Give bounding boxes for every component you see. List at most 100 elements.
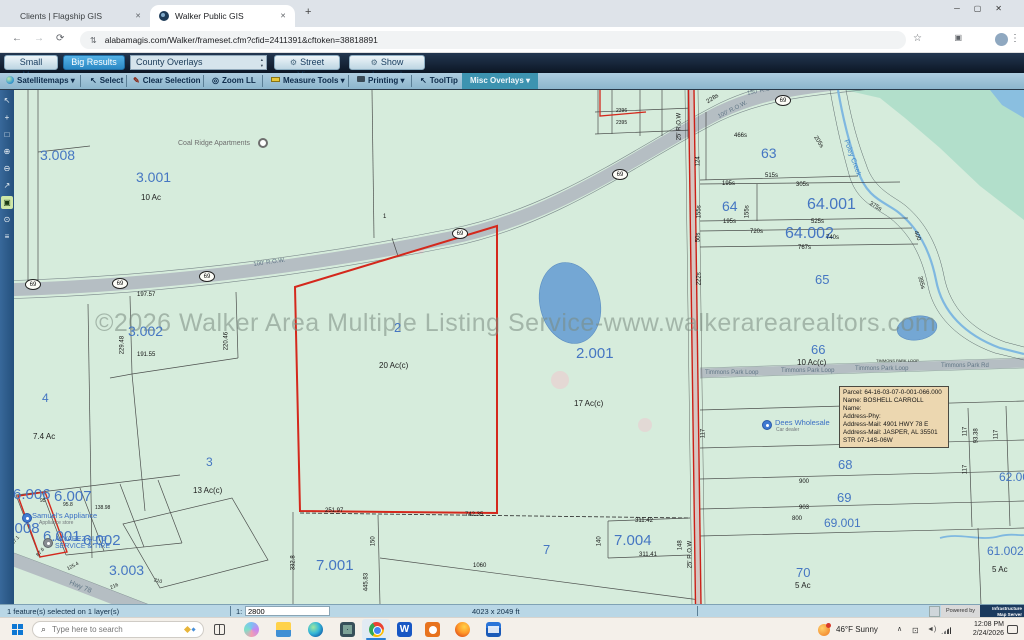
scale-input[interactable]: [245, 606, 330, 616]
maximize-icon[interactable]: ▢: [974, 4, 996, 13]
search-placeholder: Type here to search: [52, 625, 185, 634]
edge-app-icon[interactable]: [308, 622, 323, 637]
forward-icon[interactable]: →: [34, 33, 44, 44]
county-overlays-select[interactable]: County Overlays▴▾: [130, 55, 267, 70]
route-69-badge: 69: [25, 279, 41, 290]
map-label: 138.98: [95, 506, 110, 511]
notification-icon[interactable]: [1007, 625, 1018, 634]
store-app-icon[interactable]: [340, 622, 355, 637]
globe-icon: [6, 76, 14, 84]
tab-close-icon[interactable]: ✕: [280, 12, 286, 20]
printing-label: Printing ▾: [368, 76, 404, 85]
divider: [697, 606, 698, 616]
map-label: 17 Ac(c): [574, 400, 603, 408]
taskbar-search[interactable]: ⌕ Type here to search: [32, 621, 204, 638]
bookmark-star-icon[interactable]: ☆: [913, 33, 922, 44]
side-panel-icon[interactable]: ▣: [954, 33, 962, 42]
outlook-app-icon[interactable]: [486, 622, 501, 637]
profile-avatar[interactable]: [995, 33, 1008, 46]
map-label: 117: [701, 429, 707, 439]
copilot-spark-icon: [191, 627, 195, 631]
select-tool-button[interactable]: ↖Select: [90, 73, 123, 89]
address-bar[interactable]: ⇅ alabamagis.com/Walker/frameset.cfm?cfi…: [80, 31, 906, 49]
zoom-in-tool[interactable]: ⊕: [1, 145, 13, 158]
pencil-icon: ✎: [133, 73, 140, 89]
map-label: 95: [40, 499, 46, 504]
map-label: Timmons Park Loop: [781, 368, 834, 374]
magnifier-tool[interactable]: ⊙: [1, 213, 13, 226]
pan-arrow-tool[interactable]: ↗: [1, 179, 13, 192]
weather-icon[interactable]: [818, 624, 830, 636]
apartments-marker-icon: [258, 138, 268, 148]
word-app-icon[interactable]: W: [397, 622, 412, 637]
task-view-button[interactable]: [214, 624, 225, 635]
pointer-tool[interactable]: ↖: [1, 94, 13, 107]
map-label: Coal Ridge Apartments: [178, 140, 250, 147]
cast-icon[interactable]: ⊡: [912, 626, 919, 635]
copilot-app-icon[interactable]: [244, 622, 259, 637]
map-label: 117: [994, 430, 1000, 440]
pan-tool[interactable]: +: [1, 111, 13, 124]
back-icon[interactable]: ←: [12, 33, 22, 44]
map-label: 61.002: [987, 545, 1024, 558]
taskbar-clock[interactable]: 12:08 PM2/24/2026: [958, 621, 1004, 638]
close-window-icon[interactable]: ✕: [995, 4, 1016, 13]
divider: [203, 75, 204, 87]
map-label: 93.38: [974, 428, 980, 443]
media-app-icon[interactable]: [425, 622, 440, 637]
zoom-ll-label: Zoom LL: [222, 76, 256, 85]
start-button[interactable]: [12, 624, 23, 635]
window-controls[interactable]: ─▢✕: [954, 4, 1016, 13]
copilot-spark-icon: [184, 626, 191, 633]
layers-tool[interactable]: ≡: [1, 230, 13, 243]
selection-status: 1 feature(s) selected on 1 layer(s): [7, 607, 119, 616]
street-view-button[interactable]: ⚙Street View: [274, 55, 340, 70]
map-label: 50s: [696, 233, 702, 243]
satellitemaps-menu[interactable]: Satellitemaps ▾: [6, 73, 75, 89]
site-info-icon[interactable]: ⇅: [90, 36, 97, 45]
browser-tab-strip: Clients | Flagship GIS ✕ Walker Public G…: [0, 0, 1024, 27]
map-label: 3.008: [40, 148, 75, 163]
measure-tools-menu[interactable]: Measure Tools ▾: [271, 73, 345, 89]
zoom-out-tool[interactable]: ⊖: [1, 162, 13, 175]
map-label: 13 Ac(c): [193, 487, 222, 495]
url-text[interactable]: alabamagis.com/Walker/frameset.cfm?cfid=…: [105, 35, 378, 45]
new-tab-button[interactable]: +: [305, 6, 311, 18]
map-label: 720s: [750, 229, 763, 235]
identify-tool[interactable]: ▣: [1, 196, 13, 209]
weather-text[interactable]: 46°F Sunny: [836, 625, 878, 634]
clear-selection-button[interactable]: ✎Clear Selection: [133, 73, 201, 89]
chrome-app-icon[interactable]: [369, 622, 384, 637]
misc-overlays-menu[interactable]: Misc Overlays ▾: [462, 73, 538, 89]
tab-clients-flagship-gis[interactable]: Clients | Flagship GIS ✕: [10, 5, 150, 27]
printing-menu[interactable]: Printing ▾: [357, 73, 404, 89]
map-label: 117: [963, 427, 969, 437]
tray-expand-icon[interactable]: ∧: [897, 625, 902, 633]
tab-walker-public-gis[interactable]: Walker Public GIS ✕: [150, 5, 295, 27]
volume-icon[interactable]: ◄): [927, 626, 936, 633]
tab-close-icon[interactable]: ✕: [135, 12, 141, 20]
show-legend-button[interactable]: ⚙Show Legend: [349, 55, 425, 70]
browser-menu-icon[interactable]: ⋮: [1010, 33, 1020, 44]
explorer-app-icon[interactable]: [276, 622, 291, 637]
firefox-app-icon[interactable]: [455, 622, 470, 637]
map-label: 7: [543, 543, 550, 557]
tooltip-toggle-button[interactable]: ↖ToolTip: [420, 73, 458, 89]
gis-toolbar-tools: Satellitemaps ▾ ↖Select ✎Clear Selection…: [0, 73, 1024, 89]
zoom-window-tool[interactable]: □: [1, 128, 13, 141]
clear-selection-label: Clear Selection: [143, 76, 201, 85]
gear-icon: ⚙: [371, 58, 378, 67]
map-label: 903: [799, 505, 809, 511]
reload-icon[interactable]: ⟳: [56, 33, 64, 44]
map-label: 229.48: [120, 336, 126, 354]
map-viewport[interactable]: ©2026 Walker Area Multiple Listing Servi…: [0, 89, 1024, 604]
map-label: 7.001: [316, 558, 354, 574]
map-label: 191.55: [137, 352, 155, 358]
zoom-ll-button[interactable]: ◎Zoom LL: [212, 73, 256, 89]
minimize-icon[interactable]: ─: [954, 4, 974, 13]
map-label: 222s: [697, 272, 703, 285]
small-map-button[interactable]: Small Map: [4, 55, 58, 70]
select-stepper-icon[interactable]: ▴▾: [261, 57, 263, 68]
network-icon[interactable]: [941, 627, 951, 634]
big-results-button[interactable]: Big Results: [63, 55, 125, 70]
